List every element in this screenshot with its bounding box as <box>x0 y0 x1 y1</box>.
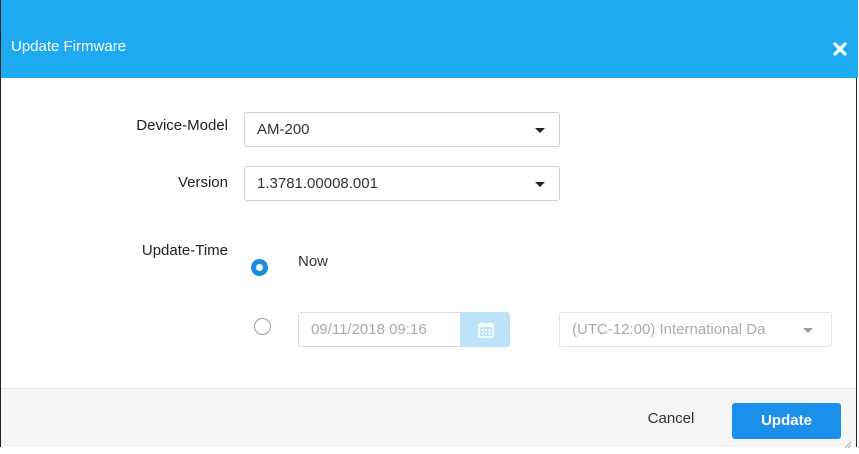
now-radio-label: Now <box>298 253 329 270</box>
device-model-label: Device-Model <box>136 117 228 134</box>
timezone-select[interactable]: (UTC-12:00) International Da <box>559 312 832 347</box>
scheduled-radio[interactable] <box>254 318 271 335</box>
dialog-title: Update Firmware <box>11 38 127 55</box>
update-button[interactable]: Update <box>732 403 841 439</box>
calendar-button[interactable] <box>460 312 510 347</box>
device-model-select[interactable]: AM-200 <box>244 112 560 147</box>
device-model-value: AM-200 <box>257 121 310 138</box>
schedule-date-input[interactable]: 09/11/2018 09:16 <box>298 312 461 347</box>
schedule-date-value: 09/11/2018 09:16 <box>311 321 427 338</box>
update-time-label: Update-Time <box>141 242 228 259</box>
chevron-down-icon <box>803 328 813 333</box>
version-label: Version <box>177 174 228 191</box>
update-firmware-dialog: Update Firmware Device-Model AM-200 Vers… <box>0 0 858 449</box>
resize-grip-icon[interactable] <box>844 436 852 449</box>
dialog-footer: Cancel Update <box>1 388 856 447</box>
calendar-icon <box>478 322 494 338</box>
cancel-button[interactable]: Cancel <box>621 410 721 427</box>
timezone-value: (UTC-12:00) International Da <box>572 321 766 338</box>
close-icon[interactable] <box>833 42 847 56</box>
dialog-header: Update Firmware <box>1 0 858 78</box>
chevron-down-icon <box>535 182 545 187</box>
now-radio[interactable] <box>251 259 268 276</box>
version-value: 1.3781.00008.001 <box>257 175 378 192</box>
chevron-down-icon <box>535 128 545 133</box>
version-select[interactable]: 1.3781.00008.001 <box>244 166 560 201</box>
